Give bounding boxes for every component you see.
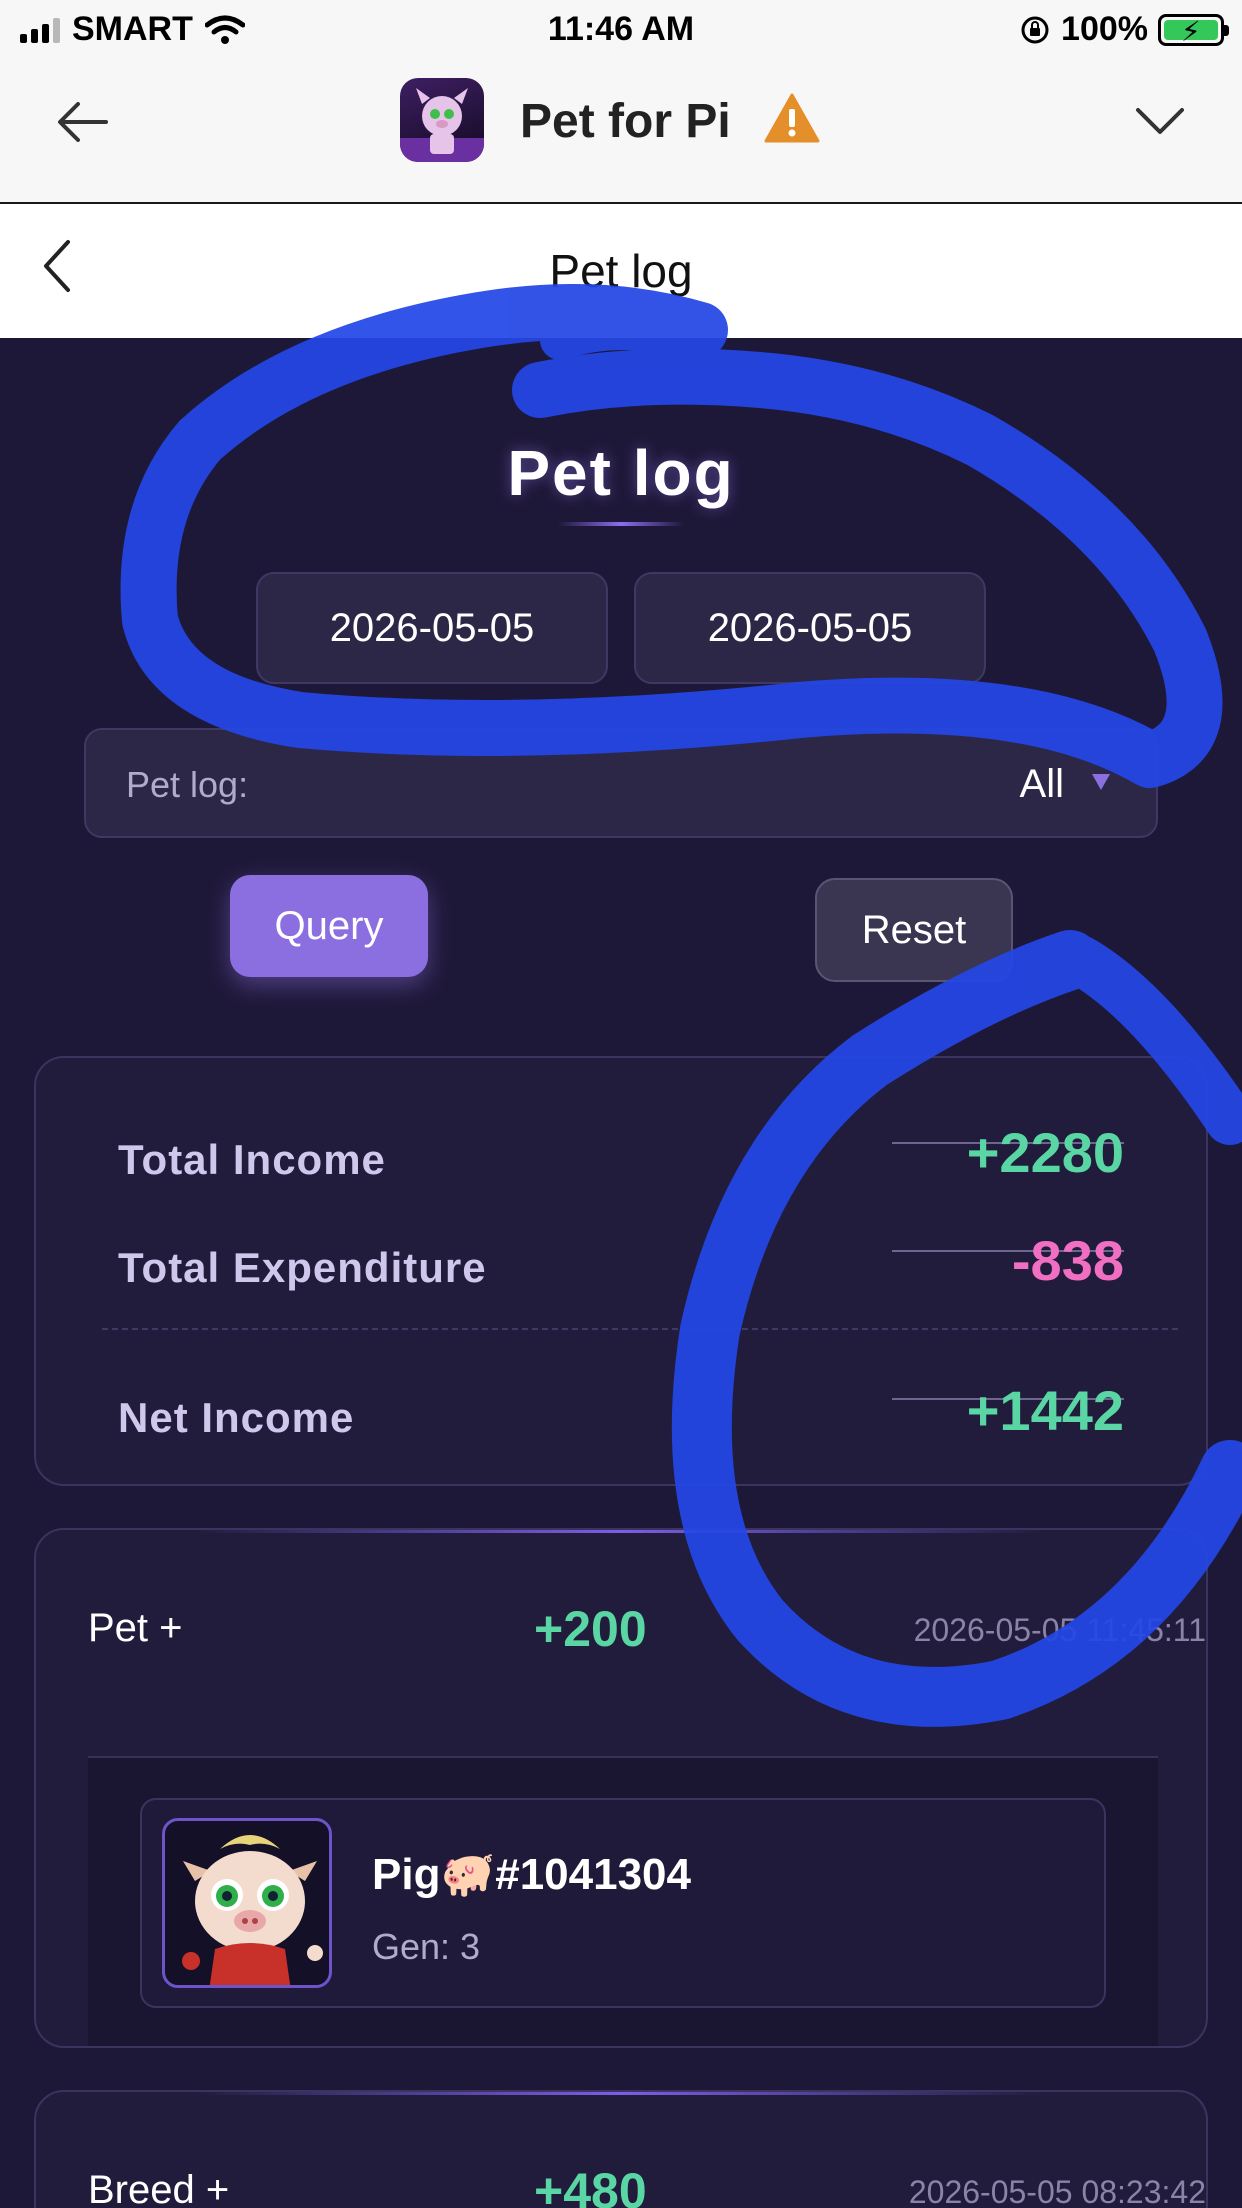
total-income-value: +2280 (966, 1121, 1124, 1184)
pet-generation: Gen: 3 (372, 1926, 481, 1967)
page-header-title: Pet log (549, 245, 693, 297)
total-expenditure-label: Total Expenditure (118, 1244, 487, 1291)
orientation-lock-icon (1021, 16, 1049, 43)
log-amount: +200 (534, 1601, 647, 1657)
log-time: 2026-05-05 11:45:11 (913, 1612, 1206, 1648)
hero-title: Pet log (507, 437, 735, 509)
pet-panel: Pig🐖#1041304 Gen: 3 (88, 1756, 1158, 2046)
pet-avatar (162, 1818, 332, 1988)
log-type-label: Pet log: (126, 764, 249, 805)
battery-icon: ⚡ (1158, 13, 1229, 47)
log-time: 2026-05-05 08:23:42 (908, 2174, 1206, 2208)
start-date-input[interactable]: 2026-05-05 (256, 572, 608, 684)
total-expenditure-value: -838 (1011, 1229, 1124, 1292)
pet-item[interactable]: Pig🐖#1041304 Gen: 3 (140, 1798, 1106, 2008)
summary-divider (102, 1328, 1178, 1330)
main-content: Pet log 2026-05-05 2026-05-05 Pet log: A… (0, 338, 1242, 2208)
log-type: Pet + (88, 1606, 183, 1650)
battery-percent: 100% (1061, 10, 1148, 48)
pet-name: Pig🐖#1041304 (372, 1850, 691, 1899)
app-icon (400, 78, 484, 162)
reset-button[interactable]: Reset (815, 878, 1013, 982)
log-amount: +480 (534, 2163, 647, 2208)
status-bar: SMART 11:46 AM 100% ⚡ (0, 0, 1242, 62)
net-income-label: Net Income (118, 1394, 355, 1441)
hero-underline (558, 522, 684, 526)
caret-down-icon (1092, 774, 1110, 790)
back-arrow-icon[interactable] (56, 100, 112, 144)
page-header: Pet log (0, 204, 1242, 338)
log-card[interactable]: Breed + +480 2026-05-05 08:23:42 (34, 2090, 1208, 2208)
app-title: Pet for Pi (520, 95, 731, 148)
log-type: Breed + (88, 2168, 230, 2208)
status-right: 100% ⚡ (1019, 10, 1229, 49)
log-type-value: All (1019, 762, 1064, 806)
query-button[interactable]: Query (230, 875, 428, 977)
warning-icon[interactable] (764, 92, 820, 144)
net-income-value: +1442 (966, 1379, 1124, 1442)
end-date-input[interactable]: 2026-05-05 (634, 572, 986, 684)
browser-header: Pet for Pi (0, 62, 1242, 204)
summary-card: Total Income +2280 Total Expenditure -83… (34, 1056, 1208, 1486)
log-type-select[interactable]: Pet log: All (84, 728, 1158, 838)
total-income-label: Total Income (118, 1136, 386, 1183)
chevron-down-icon[interactable] (1134, 102, 1186, 138)
log-card[interactable]: Pet + +200 2026-05-05 11:45:11 Pig🐖#1041… (34, 1528, 1208, 2048)
